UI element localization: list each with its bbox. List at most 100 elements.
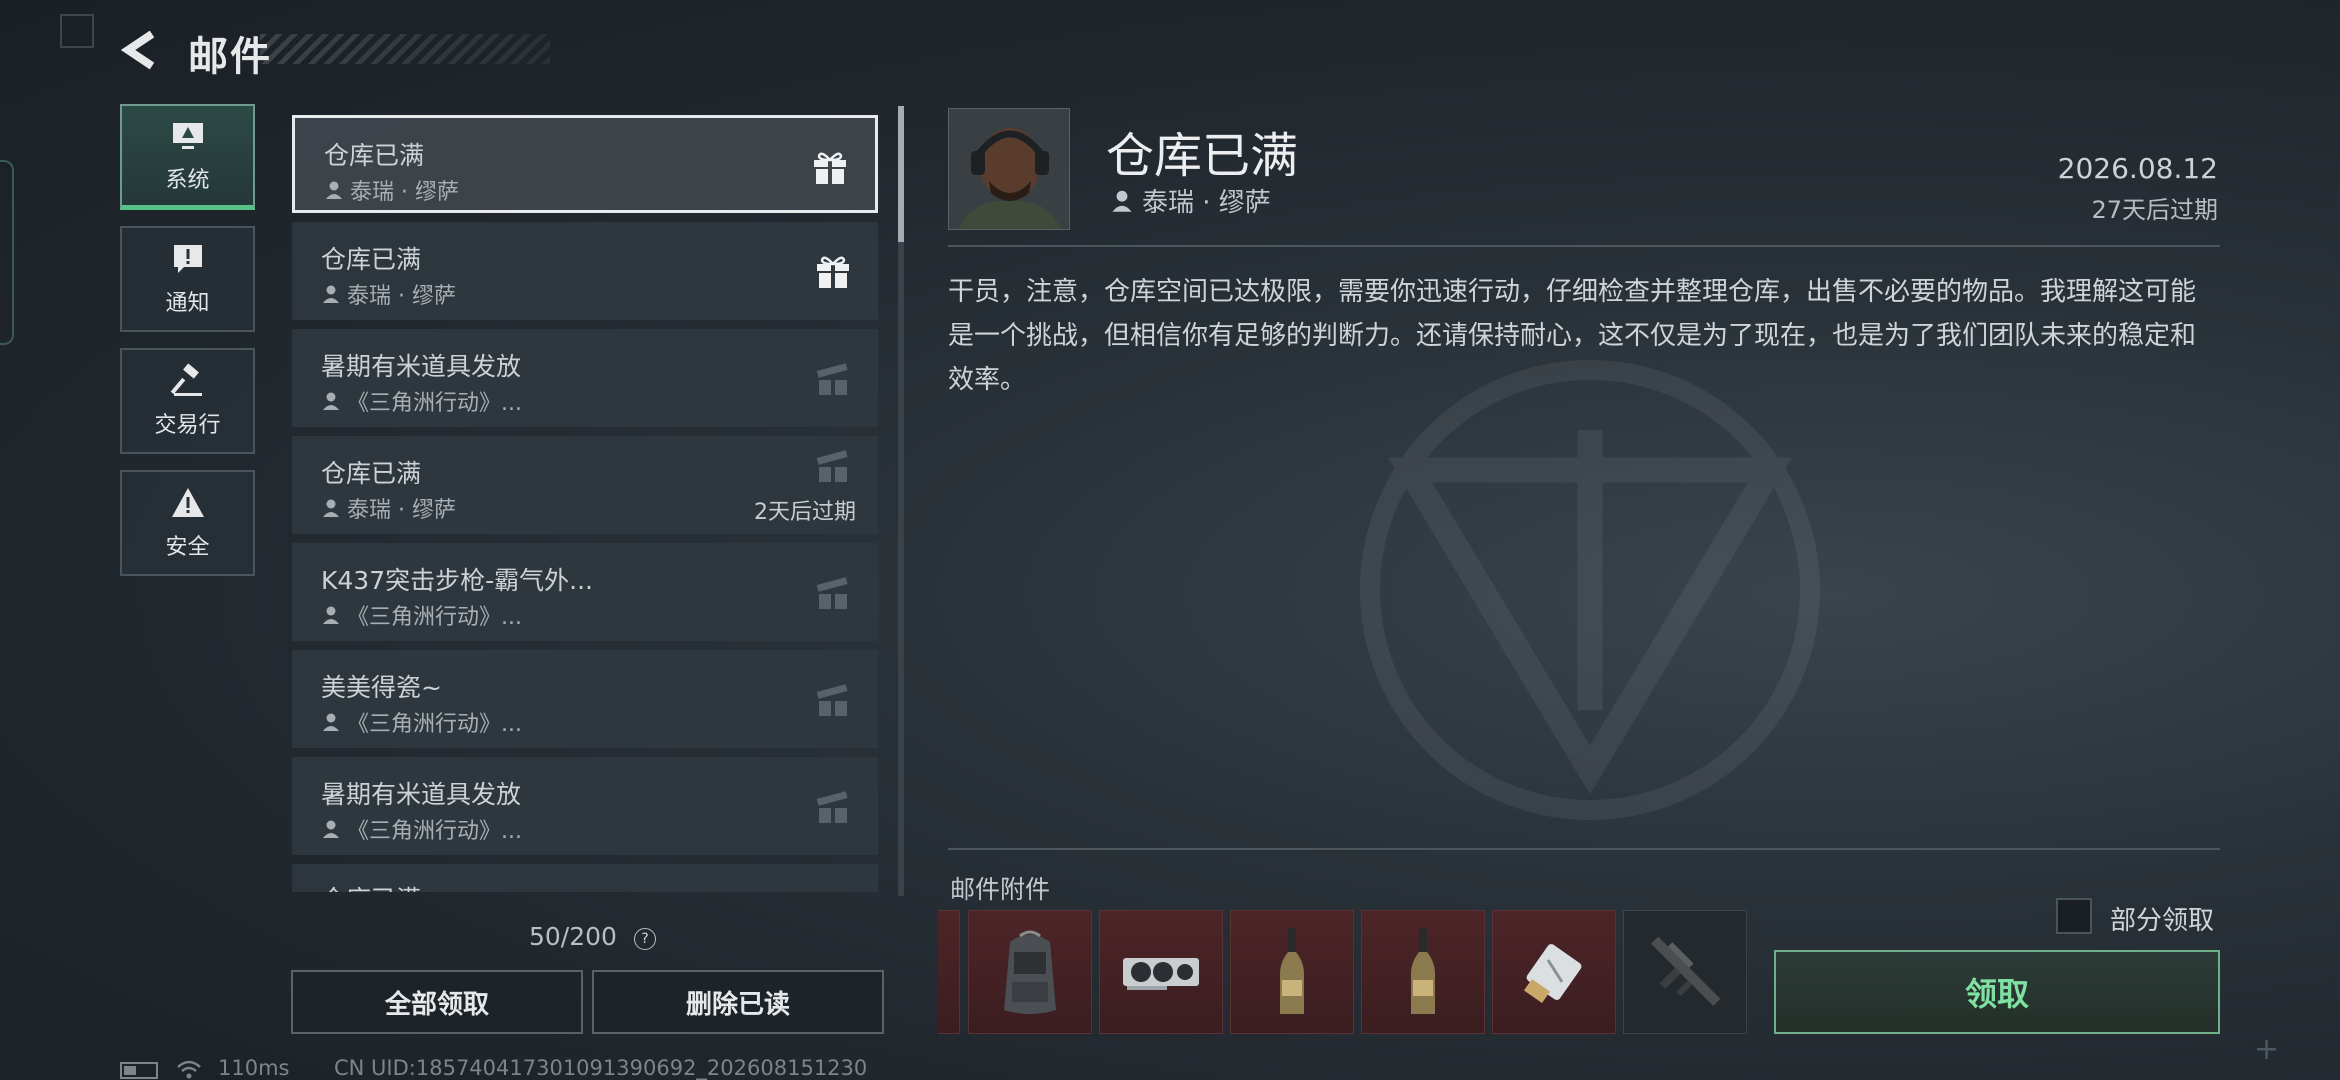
champagne-bottle-icon [1280, 928, 1304, 1014]
corner-frame [60, 14, 94, 48]
mail-subject: K437突击步枪-霸气外... [321, 566, 593, 595]
warning-triangle-icon [171, 488, 204, 517]
alert-message-icon [173, 245, 202, 273]
divider [948, 245, 2220, 247]
gift-opened-icon [816, 791, 848, 823]
side-drawer-handle[interactable] [0, 160, 14, 345]
mail-sender: 《三角洲行动》... [321, 706, 522, 738]
mail-sender-name: 泰瑞 · 缪萨 [350, 180, 459, 205]
plus-icon: + [2254, 1032, 2280, 1067]
title-stripes [260, 34, 550, 64]
backpack-icon [1004, 930, 1056, 1014]
mail-item[interactable]: K437突击步枪-霸气外... 《三角洲行动》... [292, 543, 878, 641]
category-system[interactable]: 系统 [120, 104, 255, 210]
attachment-slot[interactable] [1492, 910, 1616, 1034]
attachment-slot[interactable] [968, 910, 1092, 1034]
gift-opened-icon [816, 577, 848, 609]
category-label: 交易行 [154, 413, 221, 438]
category-label: 通知 [165, 291, 210, 316]
mail-sender: 泰瑞 · 缪萨 [321, 492, 456, 524]
mail-sender: 泰瑞 · 缪萨 [324, 174, 459, 206]
mail-item[interactable]: 暑期有米道具发放 《三角洲行动》... [292, 329, 878, 427]
detail-expiry: 27天后过期 [2091, 196, 2218, 224]
gift-icon [814, 152, 846, 184]
claim-all-button[interactable]: 全部领取 [291, 970, 583, 1034]
mail-subject: 美美得瓷~ [321, 673, 442, 702]
help-icon[interactable]: ? [634, 928, 656, 950]
claim-button[interactable]: 领取 [1774, 950, 2220, 1034]
person-icon [1112, 190, 1132, 212]
gift-opened-icon [816, 450, 848, 482]
person-icon [323, 606, 339, 624]
emblem-watermark [1360, 360, 1820, 820]
sender-avatar [948, 108, 1070, 230]
detail-sender-name: 泰瑞 · 缪萨 [1142, 188, 1271, 218]
mail-item[interactable]: 仓库已满 泰瑞 · 缪萨 [292, 115, 878, 213]
page-title: 邮件 [188, 34, 272, 80]
mail-sender: 泰瑞 · 缪萨 [321, 278, 456, 310]
person-icon [323, 713, 339, 731]
mail-sender-name: 泰瑞 · 缪萨 [347, 284, 456, 309]
mail-list[interactable]: 仓库已满 泰瑞 · 缪萨 仓库已满 泰瑞 · 缪萨 暑期有米道具发放 《三角洲行… [292, 112, 882, 892]
attachment-slot[interactable] [1361, 910, 1485, 1034]
attachment-slot[interactable] [1623, 910, 1747, 1034]
mail-expiry: 2天后过期 [754, 500, 856, 525]
person-icon [323, 285, 339, 303]
hammer-icon [170, 363, 202, 396]
mail-subject: 仓库已满 [321, 880, 421, 892]
champagne-bottle-icon [1411, 928, 1435, 1014]
mail-count: 50/200 [529, 922, 617, 951]
divider [948, 848, 2220, 850]
monitor-icon [172, 122, 203, 149]
mail-sender: 《三角洲行动》... [321, 813, 522, 845]
detail-date: 2026.08.12 [2057, 152, 2218, 185]
mail-sender-name: 《三角洲行动》... [347, 819, 522, 844]
mail-item[interactable]: 仓库已满 [292, 864, 878, 892]
partial-claim-label: 部分领取 [2110, 906, 2215, 936]
category-notice[interactable]: 通知 [120, 226, 255, 332]
mail-item[interactable]: 仓库已满 泰瑞 · 缪萨 [292, 222, 878, 320]
mail-sender: 《三角洲行动》... [321, 385, 522, 417]
mail-list-scroll-thumb[interactable] [898, 106, 904, 242]
usb-drive-icon [1523, 944, 1582, 1004]
detail-body: 干员，注意，仓库空间已达极限，需要你迅速行动，仔细检查并整理仓库，出售不必要的物… [948, 277, 2197, 395]
delete-read-button[interactable]: 删除已读 [592, 970, 884, 1034]
mail-item[interactable]: 仓库已满 泰瑞 · 缪萨 2天后过期 [292, 436, 878, 534]
mail-sender: 《三角洲行动》... [321, 599, 522, 631]
mail-subject: 暑期有米道具发放 [321, 352, 522, 381]
attachment-slot[interactable] [1099, 910, 1223, 1034]
mail-subject: 仓库已满 [321, 245, 422, 274]
category-security[interactable]: 安全 [120, 470, 255, 576]
battery-icon [120, 1062, 158, 1079]
detail-sender: 泰瑞 · 缪萨 [1110, 182, 1271, 219]
attachments-label: 邮件附件 [950, 875, 1051, 904]
uid-readout: CN UID:185740417301091390692_20260815123… [334, 1056, 868, 1080]
rifle-icon [1651, 936, 1721, 1006]
partial-claim-checkbox[interactable] [2056, 898, 2092, 934]
category-label: 安全 [165, 535, 210, 560]
mail-sender-name: 《三角洲行动》... [347, 712, 522, 737]
mail-sender-name: 泰瑞 · 缪萨 [347, 498, 456, 523]
back-arrow-icon[interactable] [118, 30, 162, 70]
detail-title: 仓库已满 [1106, 128, 1299, 184]
person-icon [323, 499, 339, 517]
person-icon [323, 392, 339, 410]
mail-subject: 暑期有米道具发放 [321, 780, 522, 809]
wifi-icon [177, 1060, 201, 1079]
gift-opened-icon [816, 684, 848, 716]
mail-sender-name: 《三角洲行动》... [347, 605, 522, 630]
mail-sender-name: 《三角洲行动》... [347, 391, 522, 416]
attachment-slot-partial[interactable] [938, 910, 960, 1034]
gift-opened-icon [816, 363, 848, 395]
mail-subject: 仓库已满 [324, 141, 425, 170]
mail-item[interactable]: 美美得瓷~ 《三角洲行动》... [292, 650, 878, 748]
person-icon [326, 181, 342, 199]
mail-subject: 仓库已满 [321, 459, 422, 488]
ping-readout: 110ms [218, 1056, 290, 1080]
category-trade[interactable]: 交易行 [120, 348, 255, 454]
attachment-slot[interactable] [1230, 910, 1354, 1034]
mail-item[interactable]: 暑期有米道具发放 《三角洲行动》... [292, 757, 878, 855]
gift-icon [817, 256, 849, 288]
category-label: 系统 [165, 167, 210, 193]
graphics-card-icon [1123, 958, 1199, 990]
